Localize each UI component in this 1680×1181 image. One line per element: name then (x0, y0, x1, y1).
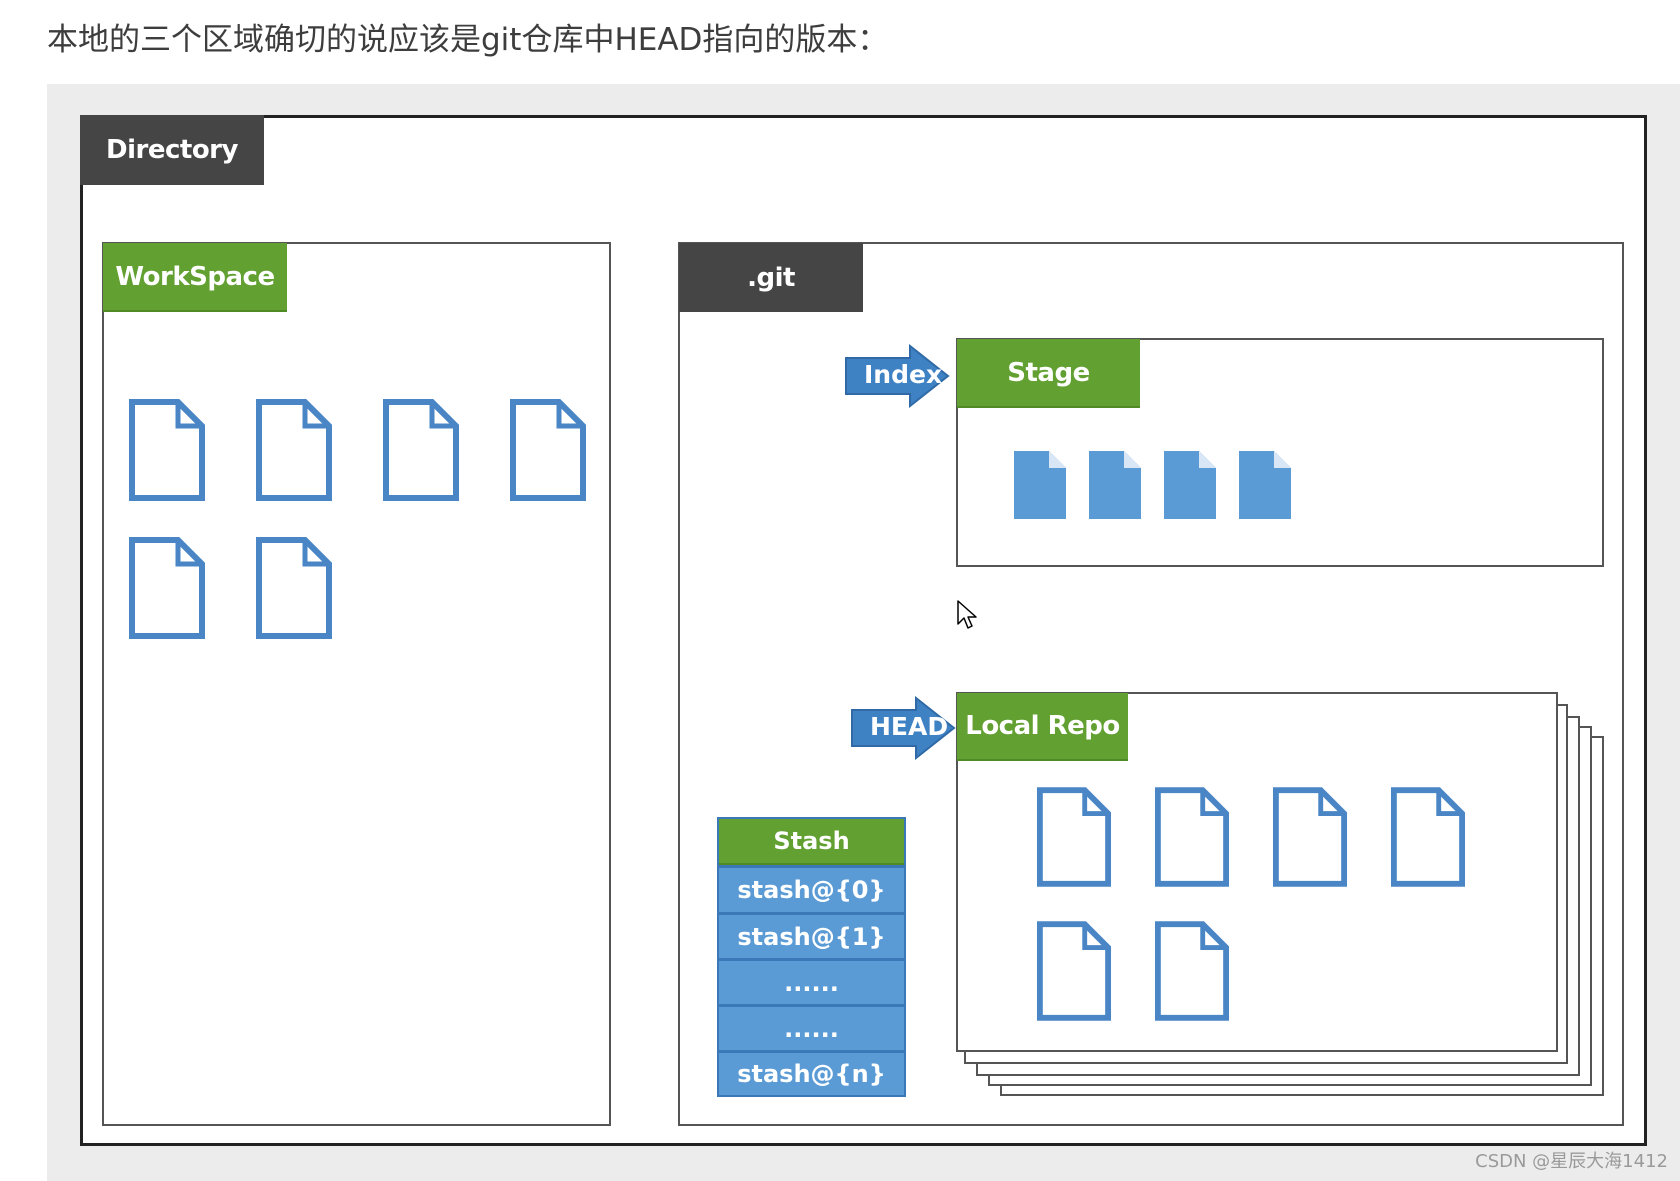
page-heading: 本地的三个区域确切的说应该是git仓库中HEAD指向的版本： (47, 22, 889, 58)
stage-label: Stage (957, 339, 1140, 408)
file-outline-icon (510, 399, 586, 501)
file-filled-icon (1239, 451, 1291, 519)
stash-entry: stash@{0} (719, 865, 904, 912)
local-repo-label: Local Repo (957, 693, 1128, 761)
file-outline-icon (129, 399, 205, 501)
stash-entry: ...... (719, 958, 904, 1004)
file-outline-icon (1036, 921, 1112, 1021)
stash-entry: ...... (719, 1004, 904, 1050)
watermark: CSDN @星辰大海1412 (1475, 1151, 1668, 1172)
file-outline-icon (383, 399, 459, 501)
file-outline-icon (1036, 787, 1112, 887)
file-filled-icon (1164, 451, 1216, 519)
file-outline-icon (1154, 921, 1230, 1021)
file-filled-icon (1014, 451, 1066, 519)
directory-label: Directory (80, 115, 264, 185)
mouse-pointer-icon (957, 600, 977, 629)
stash-entry: stash@{1} (719, 912, 904, 958)
stash-header: Stash (719, 819, 904, 865)
file-outline-icon (1154, 787, 1230, 887)
stash-table: Stash stash@{0} stash@{1} ...... ...... … (717, 817, 906, 1097)
file-outline-icon (1272, 787, 1348, 887)
file-outline-icon (256, 537, 332, 639)
workspace-panel (102, 242, 611, 1126)
index-arrow-label: Index (864, 360, 943, 389)
file-outline-icon (129, 537, 205, 639)
stash-entry: stash@{n} (719, 1050, 904, 1095)
head-arrow-label: HEAD (870, 712, 949, 741)
workspace-label: WorkSpace (103, 243, 287, 312)
file-outline-icon (1390, 787, 1466, 887)
git-label: .git (679, 243, 863, 312)
file-outline-icon (256, 399, 332, 501)
file-filled-icon (1089, 451, 1141, 519)
